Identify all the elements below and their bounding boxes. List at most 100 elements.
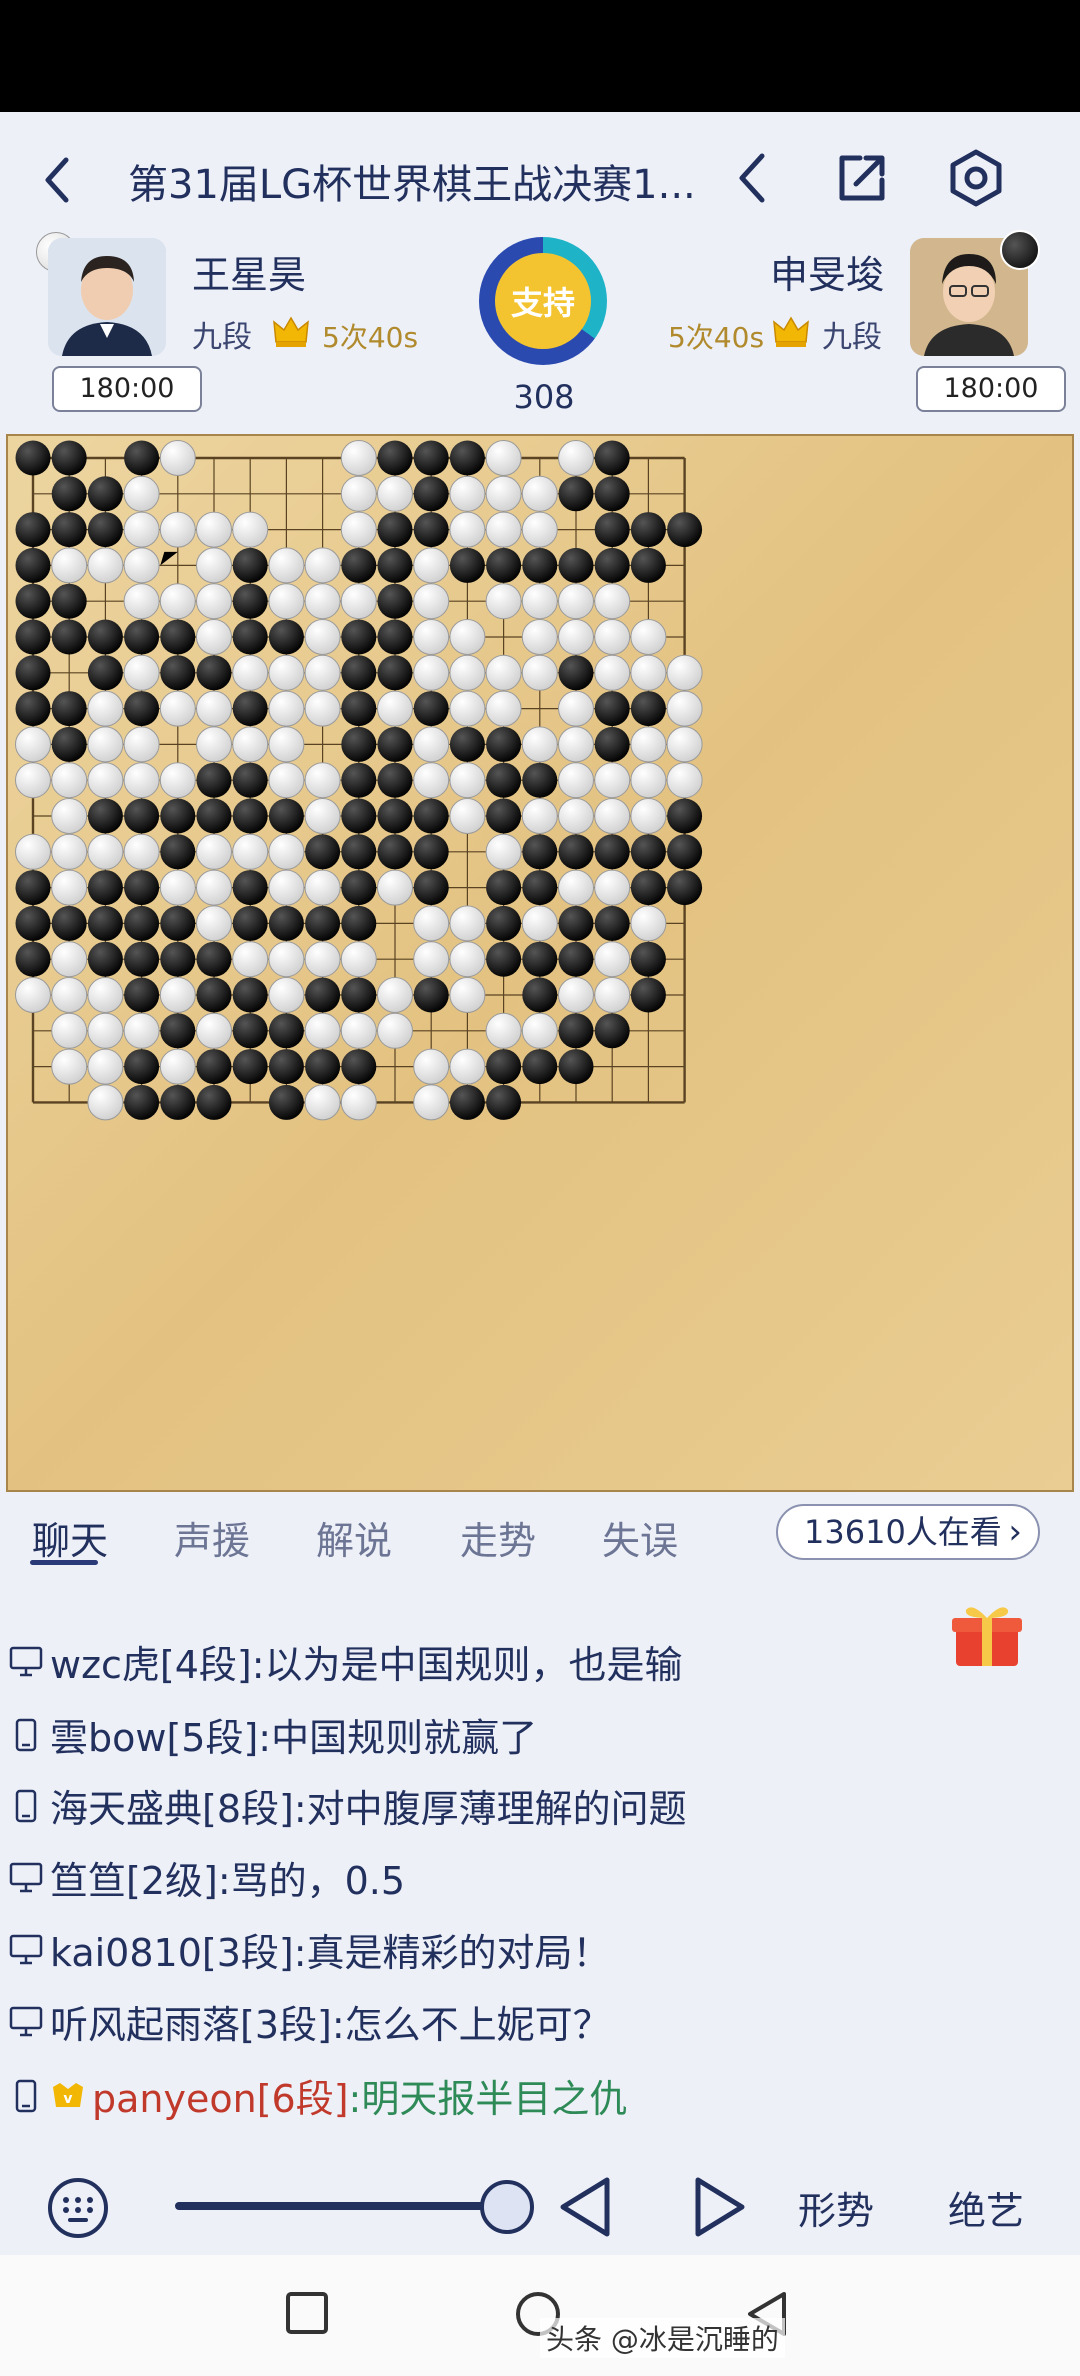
white-stone — [87, 1048, 124, 1085]
black-stone — [232, 762, 268, 798]
black-stone — [232, 1013, 268, 1049]
bottom-toolbar — [0, 2140, 1080, 2255]
white-stone — [485, 1012, 522, 1049]
black-stone — [15, 583, 51, 619]
black-stone-indicator — [1000, 230, 1040, 270]
black-stone — [15, 547, 51, 583]
black-stone — [486, 1049, 522, 1085]
white-stone — [449, 690, 486, 727]
white-stone — [123, 1012, 160, 1049]
white-stone — [666, 726, 703, 763]
keyboard-icon[interactable] — [46, 2176, 110, 2240]
black-stone — [594, 1013, 630, 1049]
viewers-button[interactable]: 13610人在看 › — [776, 1504, 1040, 1560]
support-button[interactable]: 支持 — [479, 237, 607, 365]
chat-username[interactable]: 笪笪[2级] — [50, 1850, 218, 1905]
chevron-right-icon: › — [1008, 1512, 1022, 1552]
chat-username[interactable]: panyeon[6段] — [92, 2068, 349, 2123]
white-stone — [268, 547, 305, 584]
back-icon[interactable] — [38, 150, 78, 210]
white-stone — [485, 475, 522, 512]
move-count: 308 — [513, 378, 575, 416]
white-stone — [304, 1012, 341, 1049]
black-stone — [630, 512, 666, 548]
gift-icon[interactable] — [950, 1600, 1024, 1670]
chat-username[interactable]: wzc虎[4段] — [50, 1634, 252, 1689]
black-stone — [377, 440, 413, 476]
tab-mistakes[interactable]: 失误 — [602, 1510, 678, 1565]
white-stone — [340, 1084, 377, 1121]
chat-username[interactable]: 海天盛典[8段] — [50, 1778, 294, 1833]
black-stone — [341, 655, 377, 691]
chat-message: v panyeon[6段]:明天报半目之仇 — [8, 2068, 627, 2123]
tab-cheer[interactable]: 声援 — [174, 1510, 250, 1565]
white-stone — [51, 547, 88, 584]
white-stone — [521, 475, 558, 512]
black-stone — [87, 512, 123, 548]
white-stone — [304, 941, 341, 978]
black-stone — [377, 834, 413, 870]
white-stone — [232, 726, 269, 763]
black-stone — [486, 762, 522, 798]
black-stone — [667, 798, 703, 834]
white-stone — [630, 798, 667, 834]
next-move-icon[interactable] — [690, 2174, 750, 2240]
black-stone — [196, 798, 232, 834]
black-stone — [51, 440, 87, 476]
white-stone — [630, 726, 667, 763]
desktop-icon — [9, 1934, 43, 1964]
avatar-left-player — [48, 238, 166, 356]
white-stone — [196, 869, 232, 906]
previous-icon[interactable] — [722, 146, 786, 210]
white-stone — [449, 905, 486, 942]
white-stone — [521, 511, 558, 548]
tab-trend[interactable]: 走势 — [460, 1510, 536, 1565]
black-stone — [341, 1049, 377, 1085]
white-stone — [87, 726, 124, 763]
white-stone — [196, 690, 232, 727]
ai-skill-button[interactable]: 绝艺 — [948, 2180, 1024, 2235]
chat-username[interactable]: 听风起雨落[3段] — [50, 1994, 332, 2049]
white-stone — [196, 511, 232, 548]
black-stone — [305, 977, 341, 1013]
tab-active-indicator — [30, 1560, 98, 1565]
tab-chat[interactable]: 聊天 — [32, 1510, 108, 1565]
chat-username[interactable]: 雲bow[5段] — [50, 1707, 258, 1762]
chat-message: 听风起雨落[3段]:怎么不上妮可？ — [8, 1994, 611, 2049]
white-stone — [413, 726, 450, 763]
move-slider-handle[interactable] — [480, 2180, 534, 2234]
black-stone — [558, 941, 594, 977]
black-stone — [558, 476, 594, 512]
white-stone — [15, 762, 51, 799]
black-stone — [87, 655, 123, 691]
black-stone — [15, 870, 51, 906]
white-stone — [449, 511, 486, 548]
go-board[interactable] — [6, 434, 1074, 1492]
settings-icon[interactable] — [944, 146, 1008, 210]
white-stone — [485, 833, 522, 870]
white-stone — [268, 869, 305, 906]
tab-commentary[interactable]: 解说 — [316, 1510, 392, 1565]
black-stone — [268, 798, 304, 834]
white-stone — [521, 905, 558, 942]
black-stone — [268, 1013, 304, 1049]
right-player-name: 申旻埈 — [770, 253, 885, 297]
support-label: 支持 — [495, 253, 591, 349]
chat-list[interactable]: wzc虎[4段]:以为是中国规则，也是输 雲bow[5段]:中国规则就赢了 海天盛典… — [0, 1572, 1080, 2140]
black-stone — [196, 1084, 232, 1120]
status-bar — [0, 0, 1080, 112]
white-stone — [485, 654, 522, 691]
white-stone — [87, 1012, 124, 1049]
white-stone — [123, 654, 160, 691]
recent-apps-icon[interactable] — [284, 2290, 330, 2336]
black-stone — [377, 547, 413, 583]
chat-username[interactable]: kai0810[3段] — [50, 1922, 294, 1977]
black-stone — [341, 905, 377, 941]
desktop-icon — [9, 2006, 43, 2036]
share-icon[interactable] — [830, 146, 894, 210]
white-stone — [87, 762, 124, 799]
situation-button[interactable]: 形势 — [798, 2180, 874, 2235]
black-stone — [630, 691, 666, 727]
move-slider-track[interactable] — [175, 2202, 510, 2210]
prev-move-icon[interactable] — [555, 2174, 615, 2240]
